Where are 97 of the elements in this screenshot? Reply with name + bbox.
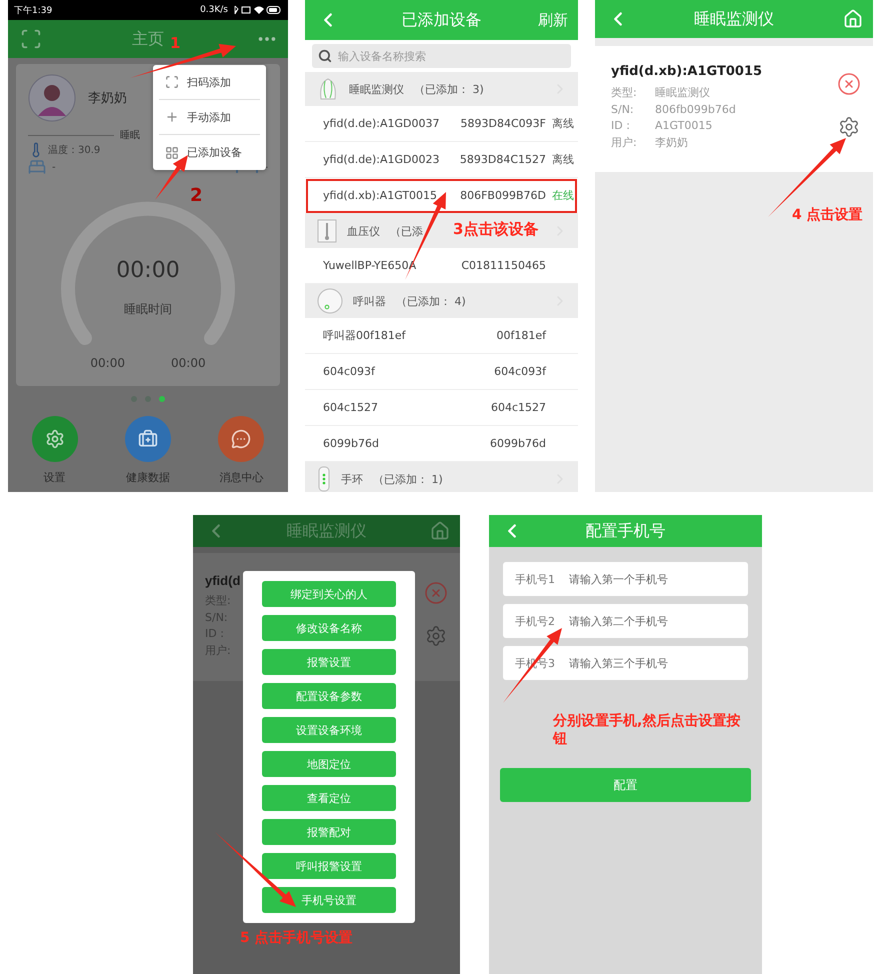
temperature-text: 温度：30.9 <box>48 144 100 157</box>
device-name: 604c1527 <box>323 401 380 414</box>
device-name: yfid(d.xb):A1GT0015 <box>611 64 762 79</box>
field-label: ID : <box>611 119 631 132</box>
device-status: 离线 <box>552 152 574 167</box>
nav-button[interactable] <box>124 416 171 462</box>
group-count: （已添 <box>390 224 423 238</box>
device-name: yfid(d <box>205 573 240 588</box>
screen-title: 已添加设备 <box>402 10 482 30</box>
phone-input-field[interactable]: 手机号1 请输入第一个手机号 <box>503 562 748 596</box>
nav-button[interactable] <box>218 416 264 462</box>
group-name: 呼叫器 <box>353 294 386 308</box>
group-count: （已添加： 1) <box>373 472 443 486</box>
phone-input-field[interactable]: 手机号2 请输入第二个手机号 <box>503 604 748 638</box>
field-label: 手机号1 <box>515 572 555 586</box>
phone-input[interactable]: 请输入第二个手机号 <box>567 614 736 628</box>
plus-icon <box>165 110 179 124</box>
menu-item[interactable]: 手动添加 <box>159 100 260 135</box>
group-name: 手环 <box>341 472 363 486</box>
group-name: 血压仪 <box>347 224 380 238</box>
step-caption: 4 点击设置 <box>792 206 863 224</box>
scan-icon <box>165 75 179 89</box>
group-header[interactable]: 呼叫器 （已添加： 4) <box>305 284 578 318</box>
device-row[interactable]: yfid(d.xb):A1GT0015 806FB099B76D 在线 <box>305 178 578 214</box>
network-speed: 0.3K/s <box>200 5 228 15</box>
timer-label: 睡眠时间 <box>124 301 172 318</box>
step-caption: 5 点击手机号设置 <box>240 929 353 948</box>
settings-icon <box>44 429 65 449</box>
nav-label: 消息中心 <box>219 470 264 485</box>
screen-title: 主页 <box>132 28 164 50</box>
nav-label: 设置 <box>44 470 66 485</box>
sensor-pad-icon <box>317 77 339 101</box>
screen-title: 睡眠监测仪 <box>694 8 774 30</box>
field-label: 类型: <box>611 85 638 100</box>
device-serial: 604c1527 <box>490 401 546 414</box>
round-button-icon <box>317 288 343 314</box>
device-serial: 00f181ef <box>496 329 546 342</box>
field-value: 睡眠监测仪 <box>655 85 710 100</box>
device-serial: 5893D84C1527 <box>460 153 546 166</box>
group-header[interactable]: 睡眠监测仪 （已添加： 3) <box>305 72 578 106</box>
device-name: yfid(d.de):A1GD0023 <box>323 153 440 166</box>
status-icons-drawing <box>232 5 282 15</box>
field-value: 806fb099b76d <box>655 103 736 116</box>
screen-title: 配置手机号 <box>586 520 666 542</box>
user-name: 李奶奶 <box>88 90 127 107</box>
close-icon[interactable] <box>837 72 861 96</box>
field-value: 李奶奶 <box>655 135 688 150</box>
group-count: （已添加： 3) <box>414 82 484 96</box>
screen-title: 睡眠监测仪 <box>286 520 366 542</box>
sleep-timer: 00:00 <box>116 258 180 283</box>
home-icon[interactable] <box>430 521 450 541</box>
device-serial: C01811150465 <box>461 259 546 272</box>
medical-kit-icon <box>138 429 158 449</box>
group-count: （已添加： 4) <box>396 294 466 308</box>
field-label: 用户: <box>611 135 638 150</box>
field-value: A1GT0015 <box>655 119 712 132</box>
step-number: 2 <box>190 184 203 208</box>
grid-icon <box>165 146 179 160</box>
device-name: 呼叫器00f181ef <box>323 328 407 343</box>
device-serial: 5893D84C093F <box>460 117 546 130</box>
search-field[interactable]: 输入设备名称搜索 <box>312 44 571 68</box>
device-name: yfid(d.de):A1GD0037 <box>323 117 440 130</box>
group-name: 睡眠监测仪 <box>349 82 404 96</box>
device-name: 604c093f <box>323 365 376 378</box>
device-serial: 6099b76d <box>490 437 546 450</box>
device-name: yfid(d.xb):A1GT0015 <box>323 189 438 202</box>
device-status: 离线 <box>552 116 574 131</box>
close-icon[interactable] <box>424 581 448 605</box>
settings-icon[interactable] <box>838 116 860 138</box>
phone-input[interactable]: 请输入第一个手机号 <box>567 572 736 586</box>
section-label: 睡眠 <box>120 128 140 142</box>
clock-text: 下午1:39 <box>14 4 52 16</box>
chat-icon <box>231 429 252 449</box>
phone-input[interactable]: 请输入第三个手机号 <box>567 656 736 670</box>
group-header[interactable]: 手环 （已添加： 1) <box>305 462 578 492</box>
end-time: 00:00 <box>171 356 206 370</box>
field-label: S/N: <box>611 103 635 116</box>
search-icon <box>318 49 332 63</box>
page-dot[interactable] <box>159 396 165 402</box>
start-time: 00:00 <box>90 356 125 370</box>
avatar <box>28 74 76 122</box>
step-caption: 分别设置手机,然后点击设置按钮 <box>553 712 742 748</box>
nav-label: 健康数据 <box>126 470 170 485</box>
bed-value: - <box>52 162 56 172</box>
wristband-icon <box>317 466 331 492</box>
scan-icon[interactable] <box>20 28 42 50</box>
bed-icon <box>28 158 46 176</box>
nav-button[interactable] <box>32 416 78 462</box>
device-serial: 806FB099B76D <box>460 189 546 202</box>
device-status: 在线 <box>552 188 574 203</box>
step-number: 1 <box>170 34 180 54</box>
device-name: 6099b76d <box>323 437 380 450</box>
device-serial: 604c093f <box>494 365 546 378</box>
thermometer-icon <box>317 219 337 243</box>
menu-item[interactable]: 已添加设备 <box>159 135 260 170</box>
step-caption: 3点击该设备 <box>453 220 538 240</box>
field-label: 手机号2 <box>515 614 555 628</box>
